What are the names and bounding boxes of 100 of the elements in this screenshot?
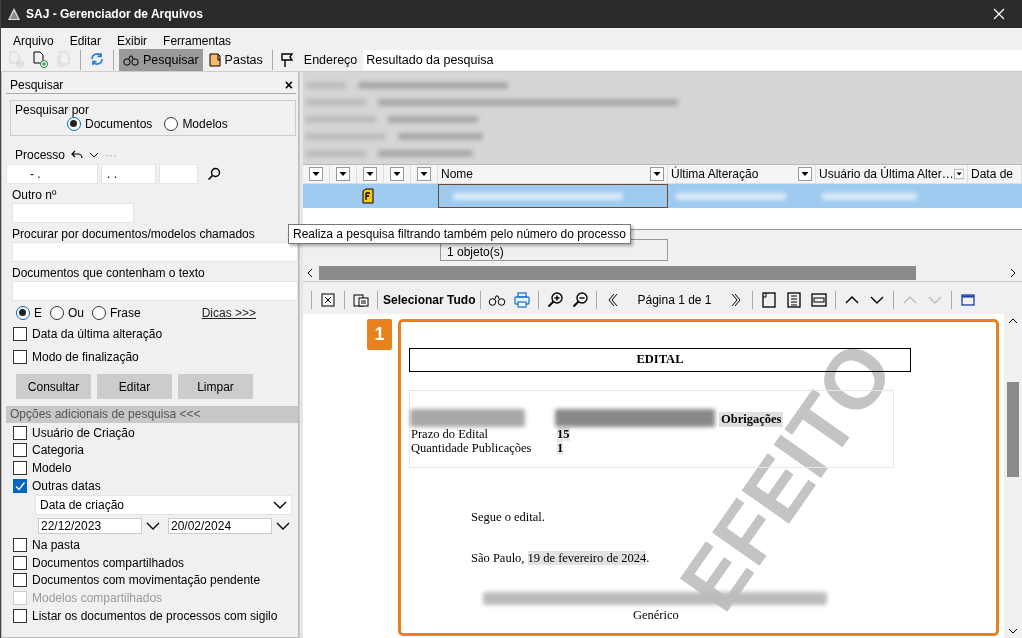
checkbox-label: Na pasta bbox=[32, 538, 81, 553]
folder-icon bbox=[208, 52, 221, 67]
field-label: Processo bbox=[15, 148, 66, 162]
address-field[interactable]: Resultado da pesquisa bbox=[363, 49, 1022, 70]
radio-option[interactable]: Ou bbox=[50, 306, 85, 320]
menu-item[interactable]: Editar bbox=[61, 34, 110, 48]
undo-icon[interactable] bbox=[71, 150, 84, 160]
paragraph: Segue o edital. bbox=[471, 510, 546, 525]
document-plus-icon bbox=[32, 51, 48, 68]
scrollbar-thumb[interactable] bbox=[319, 265, 916, 280]
callout-badge: 1 bbox=[367, 319, 392, 350]
field-label: Procurar por documentos/modelos chamados bbox=[12, 227, 255, 241]
checkbox[interactable] bbox=[13, 425, 27, 440]
radio-option[interactable]: Modelos bbox=[164, 117, 228, 131]
single-page-icon bbox=[761, 292, 776, 308]
zoom-in-icon bbox=[547, 292, 564, 308]
chevron-down-icon bbox=[1008, 628, 1018, 634]
panel-title: Pesquisar bbox=[10, 77, 64, 92]
checkbox[interactable] bbox=[13, 443, 27, 458]
chevron-up-icon bbox=[1008, 318, 1018, 324]
filter-dropdown-icon[interactable] bbox=[953, 167, 964, 181]
toolbar-tab[interactable]: Pastas bbox=[204, 48, 267, 71]
checkbox[interactable] bbox=[13, 538, 27, 553]
table-cell: 15 bbox=[557, 427, 570, 441]
column-header[interactable]: Nome bbox=[441, 167, 473, 181]
chevron-down-icon[interactable] bbox=[89, 152, 100, 158]
close-box-icon bbox=[321, 293, 335, 307]
menu-item[interactable]: Exibir bbox=[109, 34, 156, 48]
checkbox[interactable] bbox=[13, 478, 27, 493]
input-field[interactable]: - . bbox=[6, 164, 98, 184]
chevron-left-icon bbox=[608, 293, 619, 307]
search-icon[interactable] bbox=[207, 167, 221, 181]
action-button[interactable]: Consultar bbox=[16, 374, 91, 399]
filter-dropdown-icon[interactable] bbox=[309, 167, 323, 181]
column-header[interactable]: Data de bbox=[971, 167, 1014, 181]
filter-dropdown-icon[interactable] bbox=[363, 167, 377, 181]
input-field[interactable] bbox=[12, 242, 298, 262]
input-field[interactable] bbox=[159, 164, 198, 184]
paragraph: São Paulo, 19 de fevereiro de 2024. bbox=[471, 551, 651, 566]
radio-option[interactable]: Documentos bbox=[67, 117, 153, 131]
input-field[interactable] bbox=[12, 203, 134, 223]
input-field[interactable]: . . bbox=[101, 164, 156, 184]
close-icon bbox=[993, 8, 1005, 20]
chevron-down-icon bbox=[273, 501, 287, 510]
section-header[interactable]: Opções adicionais de pesquisa <<< bbox=[6, 406, 298, 423]
toolbar-tab[interactable]: Pesquisar bbox=[119, 48, 203, 71]
table-cell-text: Quantidade Publicações bbox=[410, 441, 533, 455]
chevron-left-icon bbox=[307, 267, 313, 278]
document-plus-icon bbox=[8, 51, 24, 68]
window-icon bbox=[960, 294, 975, 306]
zoom-out-icon bbox=[572, 292, 589, 308]
filter-dropdown-icon[interactable] bbox=[650, 167, 664, 181]
checkbox[interactable] bbox=[13, 555, 27, 570]
column-header[interactable]: Usuário da Última Alter… bbox=[819, 167, 954, 181]
chevron-up-icon bbox=[844, 295, 859, 305]
table-cell: 1 bbox=[557, 441, 564, 455]
table-cell-text: Prazo do Edital bbox=[410, 427, 490, 441]
filter-dropdown-icon[interactable] bbox=[390, 167, 404, 181]
vertical-scrollbar[interactable] bbox=[1004, 314, 1022, 638]
chevron-right-icon bbox=[1010, 267, 1016, 278]
refresh-icon bbox=[89, 51, 105, 68]
page-width-icon bbox=[786, 292, 801, 308]
close-button[interactable]: × bbox=[284, 76, 293, 93]
horizontal-scrollbar[interactable] bbox=[303, 264, 1022, 282]
chevron-right-icon bbox=[730, 293, 741, 307]
scrollbar-thumb[interactable] bbox=[1007, 382, 1019, 477]
menu-item[interactable]: Arquivo bbox=[5, 34, 62, 48]
action-button[interactable]: Limpar bbox=[178, 374, 253, 399]
checkbox[interactable] bbox=[13, 608, 27, 623]
checkbox-label: Documentos com movimentação pendente bbox=[32, 573, 261, 588]
select-all-button[interactable]: Selecionar Tudo bbox=[383, 293, 476, 307]
input-field[interactable] bbox=[12, 281, 298, 301]
checkbox-label: Data da última alteração bbox=[32, 327, 163, 341]
dropdown[interactable]: Data de criação bbox=[35, 495, 292, 516]
chevron-down-icon bbox=[276, 522, 290, 531]
chevron-down-icon bbox=[869, 295, 884, 305]
checkbox-label: Modelo bbox=[32, 461, 72, 475]
binoculars-icon bbox=[123, 53, 139, 66]
checkbox-label: Modelos compartilhados bbox=[32, 590, 163, 605]
tooltip: Realiza a pesquisa filtrando também pelo número do processo bbox=[288, 224, 631, 244]
binoculars-icon bbox=[488, 294, 507, 306]
checkbox[interactable] bbox=[13, 327, 27, 341]
group-label: Pesquisar por bbox=[15, 103, 90, 117]
filter-dropdown-icon[interactable] bbox=[798, 167, 812, 181]
tips-link[interactable]: Dicas >>> bbox=[201, 306, 256, 320]
table-row[interactable] bbox=[303, 184, 1022, 208]
menu-item[interactable]: Ferramentas bbox=[155, 34, 240, 48]
radio-option[interactable]: Frase bbox=[92, 306, 141, 320]
column-header[interactable]: Última Alteração bbox=[671, 167, 759, 181]
filter-dropdown-icon[interactable] bbox=[417, 167, 431, 181]
document-icon bbox=[362, 188, 374, 204]
checkbox-label: Outras datas bbox=[32, 478, 101, 493]
chevron-down-icon bbox=[927, 295, 942, 305]
app-logo-icon bbox=[8, 8, 20, 20]
checkbox[interactable] bbox=[13, 461, 27, 475]
filter-dropdown-icon[interactable] bbox=[336, 167, 350, 181]
checkbox[interactable] bbox=[13, 350, 27, 364]
checkbox-label: Documentos compartilhados bbox=[32, 555, 185, 570]
checkbox[interactable] bbox=[13, 573, 27, 588]
action-button[interactable]: Editar bbox=[97, 374, 172, 399]
